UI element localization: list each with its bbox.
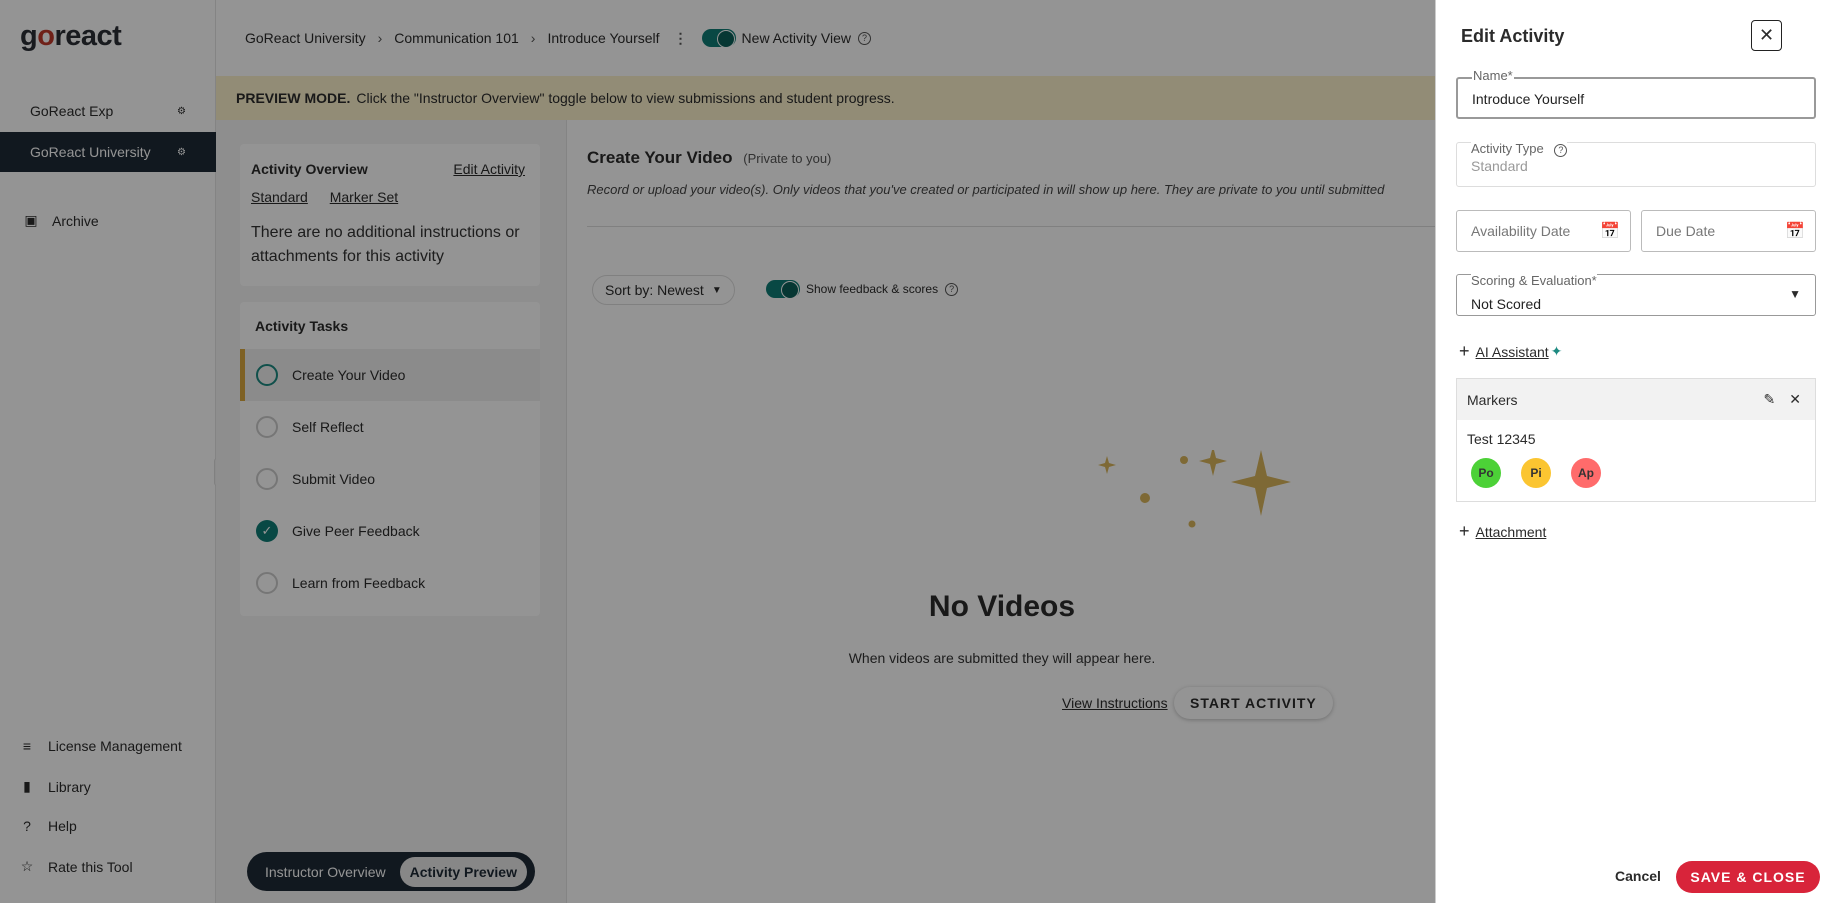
activity-type-label: Activity Type ? <box>1471 141 1568 157</box>
name-field-value: Introduce Yourself <box>1472 91 1585 107</box>
plus-icon: + <box>1459 341 1470 361</box>
activity-type-field: Activity Type ? Standard <box>1456 141 1816 187</box>
sparkle-icon: ✦ <box>1550 343 1563 359</box>
edit-activity-drawer: Edit Activity ✕ Name* Introduce Yourself… <box>1435 0 1836 903</box>
add-attachment-link[interactable]: + Attachment <box>1459 521 1546 542</box>
availability-date-field[interactable]: Availability Date 📅 <box>1456 210 1631 252</box>
marker-chip: Ap <box>1571 458 1601 488</box>
due-date-placeholder: Due Date <box>1656 223 1716 239</box>
save-close-button[interactable]: SAVE & CLOSE <box>1676 861 1820 893</box>
marker-chip: Po <box>1471 458 1501 488</box>
scoring-evaluation-select[interactable]: Scoring & Evaluation* Not Scored ▼ <box>1456 273 1816 316</box>
ai-assistant-label: AI Assistant <box>1475 343 1549 360</box>
name-field-label: Name* <box>1472 68 1514 83</box>
close-icon: ✕ <box>1758 25 1775 45</box>
calendar-icon[interactable]: 📅 <box>1785 221 1805 241</box>
chevron-down-icon: ▼ <box>1789 287 1801 301</box>
availability-date-placeholder: Availability Date <box>1471 223 1571 239</box>
name-field[interactable]: Name* Introduce Yourself <box>1456 68 1816 119</box>
activity-type-label-text: Activity Type <box>1471 141 1544 156</box>
help-icon[interactable]: ? <box>1554 143 1568 157</box>
drawer-title: Edit Activity <box>1461 26 1565 46</box>
due-date-field[interactable]: Due Date 📅 <box>1641 210 1816 252</box>
calendar-icon[interactable]: 📅 <box>1600 221 1620 241</box>
markers-title: Markers <box>1467 391 1518 408</box>
ai-assistant-link[interactable]: + AI Assistant ✦ <box>1459 341 1562 362</box>
marker-set-name: Test 12345 <box>1467 431 1536 447</box>
marker-chips: Po Pi Ap <box>1471 458 1601 488</box>
modal-overlay[interactable] <box>0 0 1435 903</box>
app: goreact GoReact Exp ⚙ GoReact University… <box>0 0 1836 903</box>
cancel-button[interactable]: Cancel <box>1615 868 1661 884</box>
remove-markers-icon[interactable]: ✕ <box>1789 391 1801 408</box>
plus-icon: + <box>1459 521 1470 541</box>
close-button[interactable]: ✕ <box>1751 20 1782 51</box>
attachment-label: Attachment <box>1475 523 1547 540</box>
markers-panel: Markers ✎ ✕ Test 12345 Po Pi Ap <box>1456 378 1816 502</box>
marker-chip: Pi <box>1521 458 1551 488</box>
scoring-value: Not Scored <box>1471 296 1542 312</box>
scoring-label: Scoring & Evaluation* <box>1471 273 1597 288</box>
markers-header: Markers ✎ ✕ <box>1457 379 1815 420</box>
edit-pencil-icon[interactable]: ✎ <box>1764 391 1776 408</box>
activity-type-value: Standard <box>1471 158 1528 174</box>
